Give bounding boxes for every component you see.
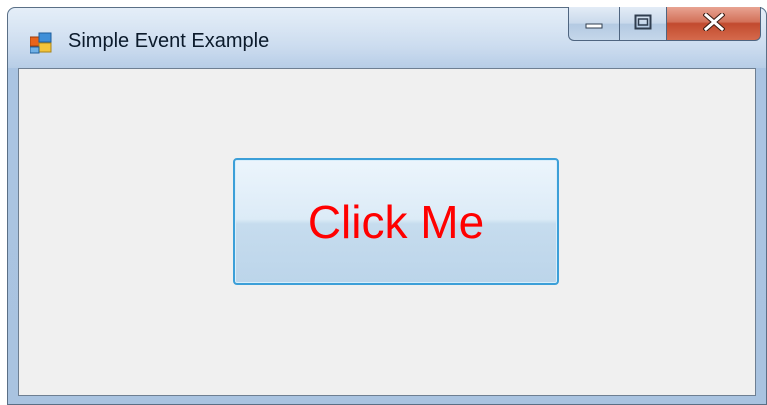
click-me-button[interactable]: Click Me xyxy=(233,158,559,285)
maximize-button[interactable] xyxy=(619,7,667,41)
app-window: Simple Event Example Click Me xyxy=(7,7,767,405)
caption-buttons xyxy=(568,7,761,41)
form-client-area: Click Me xyxy=(18,68,756,396)
close-icon xyxy=(701,10,726,35)
click-me-button-label: Click Me xyxy=(307,195,485,248)
window-title: Simple Event Example xyxy=(68,30,270,52)
minimize-button[interactable] xyxy=(568,7,619,41)
maximize-icon xyxy=(634,14,652,34)
app-icon xyxy=(29,32,52,54)
title-bar[interactable]: Simple Event Example xyxy=(8,7,766,68)
close-button[interactable] xyxy=(667,7,761,41)
minimize-icon xyxy=(585,14,603,33)
